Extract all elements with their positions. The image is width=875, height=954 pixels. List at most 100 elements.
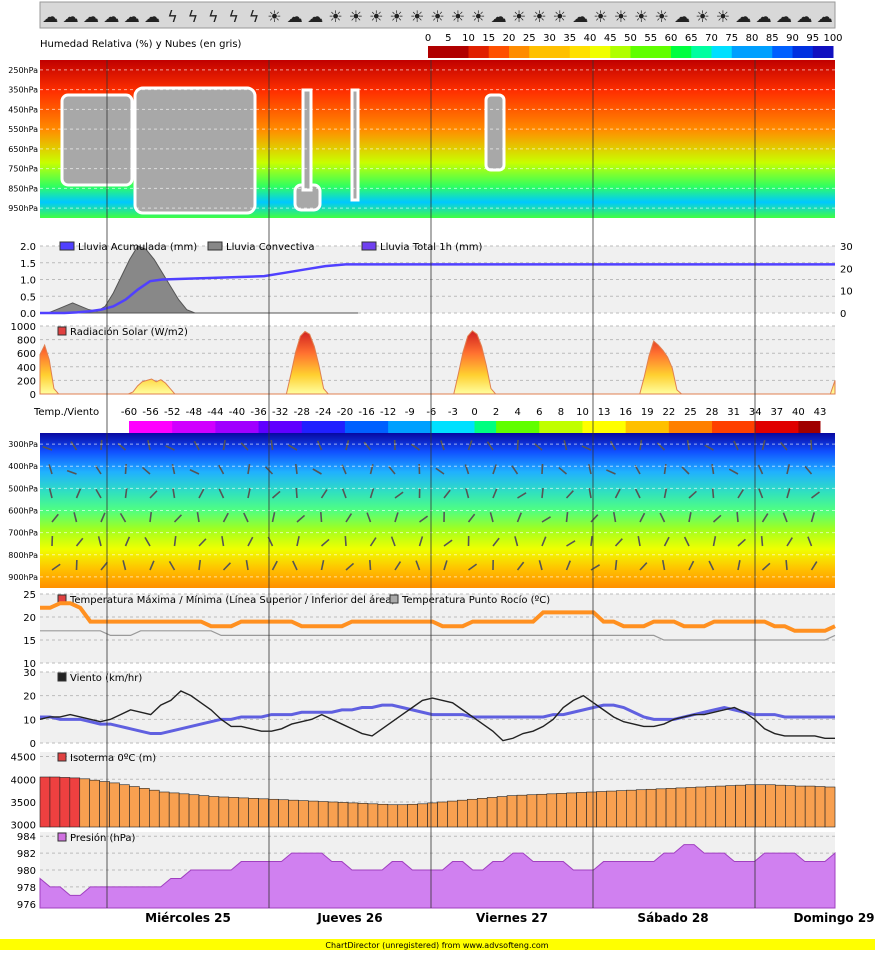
legend-tick: 20 [503,33,516,44]
legend-tick: -40 [229,407,245,418]
legend-tick: -12 [380,407,396,418]
sun-cloud-rain-icon: ☁ [674,7,690,26]
y-tick: 1000 [11,322,36,333]
meteogram: ☁☁☁☁☁☁ϟϟϟϟϟ☀☁☁☀☀☀☀☀☀☀☀☁☀☀☀☁☀☀☀☀☁☀☀☁☁☁☁☁ … [0,0,875,950]
isotherm-bar [298,801,308,827]
y-tick: 400 [17,363,36,374]
y-tick: 980 [17,866,36,877]
y-tick: 4000 [11,775,36,786]
legend-swatch [626,421,648,433]
legend-tick: 10 [576,407,589,418]
y-tick: 600 [17,349,36,360]
isotherm-bar [70,778,80,827]
isotherm-bar [398,805,408,827]
legend-swatch [172,421,194,433]
legend-swatch [712,46,733,58]
legend-tick: 6 [536,407,542,418]
isotherm-bar [785,786,795,827]
legend-swatch [752,46,773,58]
isotherm-bar [636,790,646,827]
legend-tick: 30 [543,33,556,44]
sun-icon: ☀ [512,7,526,26]
cloud-rain-icon: ☁ [103,7,119,26]
legend-tick: -32 [272,407,288,418]
isotherm-bar [706,787,716,827]
isotherm-bar [259,799,269,827]
isotherm-bar [199,796,209,827]
legend-tick: 40 [792,407,805,418]
sun-cloud-rain-icon: ☁ [287,7,303,26]
legend-swatch [367,421,389,433]
isotherm-bar [239,798,249,827]
sun-cloud-rain-icon: ☁ [83,7,99,26]
legend-tick: -9 [405,407,415,418]
isotherm-bar [517,795,527,827]
legend-tick: 43 [814,407,827,418]
humidity-title: Humedad Relativa (%) y Nubes (en gris) [40,39,242,50]
temp-legend: -60-56-52-48-44-40-36-32-28-24-20-16-12-… [121,407,827,433]
legend-swatch [732,46,753,58]
y-tick: 550hPa [8,125,38,134]
y-tick: 30 [23,668,36,679]
wind-arrow [126,464,127,474]
storm-icon: ϟ [208,7,219,26]
isotherm-bar [696,787,706,827]
legend-swatch [496,421,518,433]
sun-icon: ☀ [655,7,669,26]
legend-swatch [651,46,672,58]
legend-tick: 37 [770,407,783,418]
isotherm-bar [825,787,835,827]
meteogram-svg: ☁☁☁☁☁☁ϟϟϟϟϟ☀☁☁☀☀☀☀☀☀☀☀☁☀☀☀☁☀☀☀☀☁☀☀☁☁☁☁☁ … [0,0,875,950]
sun-icon: ☀ [614,7,628,26]
isotherm-bar [547,794,557,827]
y-tick: 600hPa [8,507,38,516]
wind-arrow [762,536,763,546]
isotherm-bar [328,802,338,827]
legend-tick: 65 [685,33,698,44]
legend-swatch [151,421,173,433]
legend-tick: -52 [164,407,180,418]
legend-swatch [550,46,571,58]
isotherm-bar [616,791,626,827]
legend-swatch [453,421,475,433]
legend-tick: -24 [315,407,331,418]
legend-tick: 0 [425,33,431,44]
isotherm-bar [110,783,120,827]
y-tick: 4500 [11,753,36,764]
legend-tick: 80 [746,33,759,44]
sun-cloud-rain-icon: ☁ [776,7,792,26]
y-tick: 982 [17,849,36,860]
legend-swatch [772,46,793,58]
legend-tick: 85 [766,33,779,44]
legend-swatch [345,421,367,433]
legend-swatch [561,421,583,433]
isotherm-bar [100,782,110,827]
y-tick: 20 [23,692,36,703]
y2-tick: 10 [840,287,853,298]
day-label: Domingo 29 [793,911,874,925]
legend-tick: 75 [725,33,738,44]
isotherm-bar [726,786,736,827]
isotherm-bar [815,787,825,827]
storm-icon: ϟ [167,7,178,26]
legend-tick: 13 [598,407,611,418]
isotherm-bar [428,803,438,827]
y-tick: 250hPa [8,66,38,75]
legend-swatch [755,421,777,433]
legend-swatch [448,46,469,58]
isotherm-bar [408,804,418,827]
isotherm-bar [279,800,289,827]
y-tick: 0 [30,390,36,401]
isotherm-bar [348,803,358,827]
sun-cloud-rain-icon: ☁ [63,7,79,26]
y2-tick: 20 [840,264,853,275]
legend-tick: -60 [121,407,137,418]
y-tick: 500hPa [8,484,38,493]
isotherm-bar [756,785,766,827]
isotherm-bar [606,791,616,827]
day-label: Viernes 27 [476,911,548,925]
legend-tick: -28 [294,407,310,418]
legend-tick: 25 [684,407,697,418]
isotherm-bar [567,793,577,827]
legend-tick: 100 [823,33,842,44]
